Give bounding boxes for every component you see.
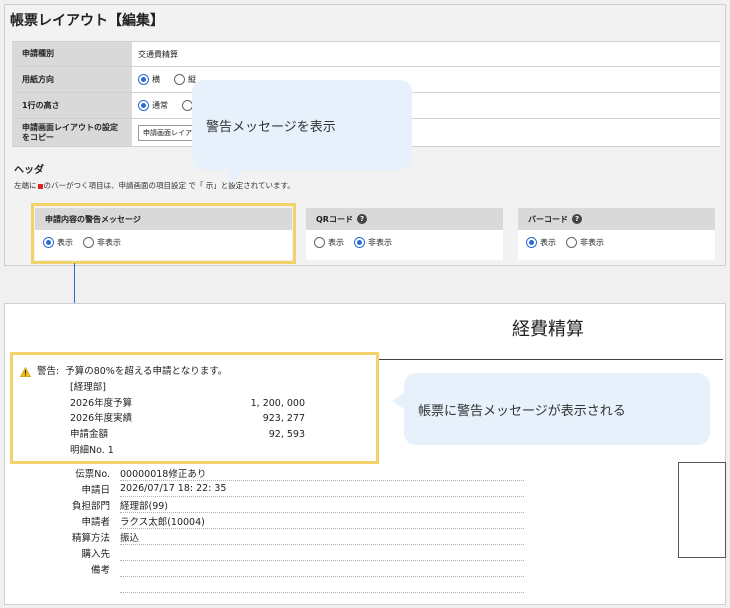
qr-code-setting: QRコード ? 表示 非表示	[306, 208, 503, 260]
callout-show-warning: 警告メッセージを表示	[192, 80, 412, 184]
warning-department: [経理部]	[70, 381, 106, 393]
warning-detail-no: 明細No. 1	[70, 444, 114, 456]
warning-text: 予算の80%を超える申請となります。	[65, 366, 228, 377]
radio-empty-icon	[566, 236, 577, 248]
application-type-value: 交通費精算	[138, 49, 178, 59]
section-heading-header: ヘッダ	[14, 165, 44, 176]
document-field-row: 負担部門 経理部(99)	[66, 497, 524, 513]
warning-row: 申請金額 92, 593	[70, 429, 305, 441]
radio-selected-icon	[354, 236, 365, 248]
red-bar-marker-icon	[37, 183, 43, 189]
document-field-row: 伝票No. 00000018修正あり	[66, 465, 524, 481]
barcode-setting: バーコード ? 表示 非表示	[518, 208, 715, 260]
form-label: 申請種別	[12, 42, 132, 66]
highlight-frame	[31, 203, 296, 264]
form-label: 申請画面レイアウトの設定をコピー	[12, 119, 132, 146]
setting-label: バーコード	[528, 214, 568, 224]
document-field-row	[66, 577, 524, 593]
header-note: 左端に のバーがつく項目は、申請画面の項目設定 で「 示」と設定されています。	[14, 181, 295, 190]
radio-selected-icon	[138, 100, 149, 111]
warning-triangle-icon	[20, 366, 31, 377]
page-title: 帳票レイアウト【編集】	[10, 13, 164, 29]
form-row-application-type: 申請種別 交通費精算	[12, 42, 720, 67]
form-label: 1行の高さ	[12, 93, 132, 118]
document-field-row: 申請日 2026/07/17 18: 22: 35	[66, 481, 524, 497]
document-fields: 伝票No. 00000018修正あり 申請日 2026/07/17 18: 22: …	[66, 465, 524, 593]
setting-head: QRコード ?	[306, 208, 503, 230]
callout-warning-displayed: 帳票に警告メッセージが表示される	[392, 373, 710, 445]
warning-label: 警告:	[37, 366, 60, 377]
line-height-normal-radio[interactable]: 通常	[138, 100, 168, 111]
qr-hide-radio[interactable]: 非表示	[354, 236, 392, 248]
barcode-show-radio[interactable]: 表示	[526, 236, 556, 248]
warning-message-block: 警告: 予算の80%を超える申請となります。 [経理部] 2026年度予算 1, …	[20, 364, 305, 459]
document-field-row: 購入先	[66, 545, 524, 561]
help-icon[interactable]: ?	[572, 214, 582, 224]
radio-empty-icon	[174, 74, 185, 85]
document-field-row: 申請者 ラクス太郎(10004)	[66, 513, 524, 529]
radio-selected-icon	[526, 236, 537, 248]
barcode-hide-radio[interactable]: 非表示	[566, 236, 604, 248]
document-title: 経費精算	[512, 319, 584, 340]
qr-show-radio[interactable]: 表示	[314, 236, 344, 248]
orientation-landscape-radio[interactable]: 横	[138, 74, 160, 85]
document-field-row: 精算方法 振込	[66, 529, 524, 545]
setting-head: バーコード ?	[518, 208, 715, 230]
form-label: 用紙方向	[12, 67, 132, 92]
orientation-portrait-radio[interactable]: 縦	[174, 74, 196, 85]
help-icon[interactable]: ?	[356, 214, 367, 224]
document-field-row: 備考	[66, 561, 524, 577]
warning-row: 2026年度実績 923, 277	[70, 413, 305, 425]
stamp-box	[678, 462, 726, 558]
radio-empty-icon	[314, 236, 325, 248]
radio-selected-icon	[138, 74, 149, 85]
warning-row: 2026年度予算 1, 200, 000	[70, 397, 305, 409]
setting-label: QRコード	[316, 214, 353, 224]
title-underline	[378, 359, 723, 360]
